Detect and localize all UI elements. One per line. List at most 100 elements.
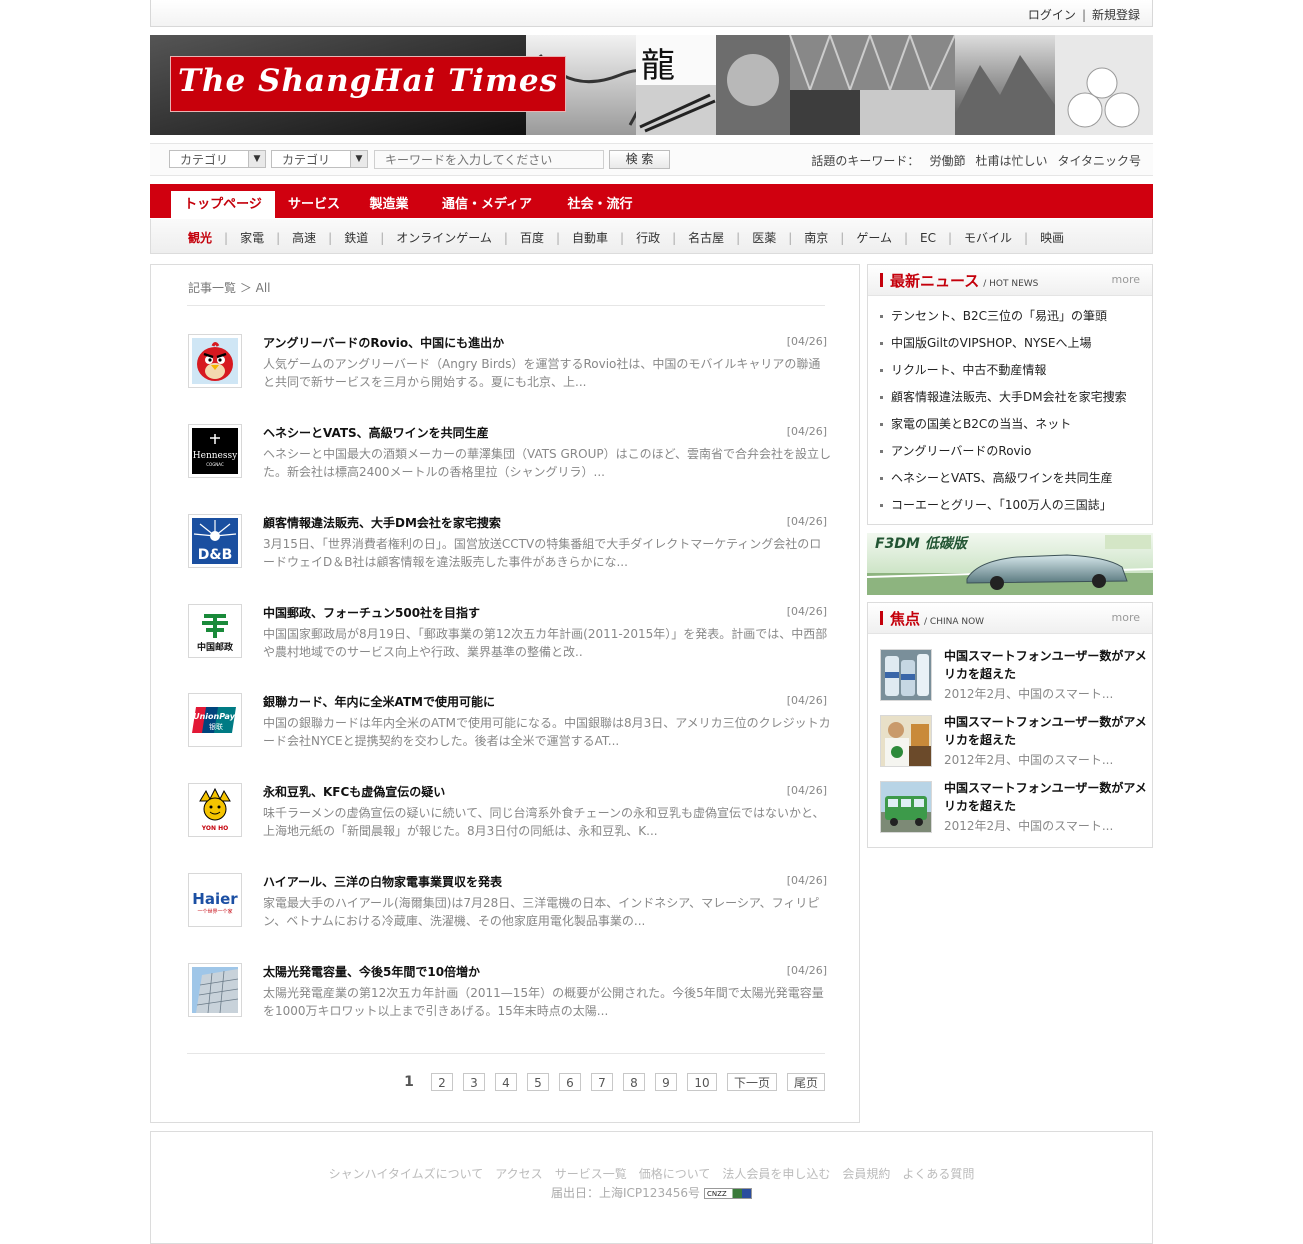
page-link[interactable]: 4 <box>495 1073 517 1091</box>
china-post-logo-icon[interactable]: 中国邮政 <box>188 604 242 658</box>
subnav-item[interactable]: 鉄道 <box>344 229 368 246</box>
focus-item-title[interactable]: 中国スマートフォンユーザー数がアメリカを超えた <box>944 713 1150 749</box>
article-title[interactable]: 太陽光発電容量、今後5年間で10倍増か <box>263 963 480 980</box>
hennessy-logo-icon[interactable]: Hennessy COGNAC <box>188 424 242 478</box>
divider <box>187 1053 825 1054</box>
category-select-2[interactable]: カテゴリ ▼ <box>271 150 368 168</box>
focus-item[interactable]: 中国スマートフォンユーザー数がアメリカを超えた 2012年2月、中国のスマート.… <box>880 647 1150 705</box>
next-page-button[interactable]: 下一页 <box>727 1073 777 1091</box>
article-title[interactable]: 永和豆乳、KFCも虚偽宣伝の疑い <box>263 783 445 800</box>
subnav-item[interactable]: 南京 <box>804 229 828 246</box>
focus-thumbnail[interactable] <box>880 715 932 767</box>
article-item[interactable]: YON HO 永和豆乳、KFCも虚偽宣伝の疑い [04/26] 味千ラーメンの虚… <box>187 783 827 853</box>
article-item[interactable]: 中国邮政 中国郵政、フォーチュン500社を目指す [04/26] 中国国家郵政局… <box>187 604 827 674</box>
page-link[interactable]: 9 <box>655 1073 677 1091</box>
page-link[interactable]: 7 <box>591 1073 613 1091</box>
article-title[interactable]: 顧客情報違法販売、大手DM会社を家宅捜索 <box>263 514 501 531</box>
footer-link[interactable]: 会員規約 <box>842 1167 890 1181</box>
keyword-input[interactable] <box>374 150 604 169</box>
focus-thumbnail[interactable] <box>880 649 932 701</box>
solar-panel-icon[interactable] <box>188 963 242 1017</box>
footer-link[interactable]: アクセス <box>495 1167 542 1181</box>
article-item[interactable]: UnionPay 银联 銀聯カード、年内に全米ATMで使用可能に [04/26]… <box>187 693 831 763</box>
hot-keyword-link[interactable]: 労働節 <box>929 154 965 168</box>
article-item[interactable]: D&B 顧客情報違法販売、大手DM会社を家宅捜索 [04/26] 3月15日、「… <box>187 514 827 584</box>
angry-bird-icon[interactable] <box>188 334 242 388</box>
icp-registration: 届出日：上海ICP123456号 CNZZ <box>151 1184 1152 1201</box>
article-title[interactable]: ヘネシーとVATS、高級ワインを共同生産 <box>263 424 489 441</box>
subnav-item[interactable]: 家電 <box>240 229 264 246</box>
focus-thumbnail[interactable] <box>880 781 932 833</box>
breadcrumb[interactable]: 記事一覧 ＞ All <box>188 279 271 296</box>
bullet-icon <box>880 396 883 399</box>
focus-item[interactable]: 中国スマートフォンユーザー数がアメリカを超えた 2012年2月、中国のスマート.… <box>880 713 1150 771</box>
tab-services[interactable]: サービス <box>277 191 351 218</box>
focus-item[interactable]: 中国スマートフォンユーザー数がアメリカを超えた 2012年2月、中国のスマート.… <box>880 779 1150 837</box>
page-link[interactable]: 10 <box>687 1073 717 1091</box>
article-title[interactable]: ハイアール、三洋の白物家電事業買収を発表 <box>263 873 502 890</box>
article-item[interactable]: Haier 一个世界一个家 ハイアール、三洋の白物家電事業買収を発表 [04/2… <box>187 873 827 943</box>
article-item[interactable]: Hennessy COGNAC ヘネシーとVATS、高級ワインを共同生産 [04… <box>187 424 831 494</box>
subnav-item[interactable]: 高速 <box>292 229 316 246</box>
article-item[interactable]: 太陽光発電容量、今後5年間で10倍増か [04/26] 太陽光発電産業の第12次… <box>187 963 827 1033</box>
cnzz-badge-icon[interactable]: CNZZ <box>703 1188 752 1199</box>
news-link[interactable]: アングリーバードのRovio <box>880 442 1031 459</box>
login-link[interactable]: ログイン <box>1028 8 1076 22</box>
subnav-item[interactable]: 自動車 <box>572 229 608 246</box>
db-logo-icon[interactable]: D&B <box>188 514 242 568</box>
news-link[interactable]: 家電の国美とB2Cの当当、ネット <box>880 415 1071 432</box>
article-title[interactable]: 中国郵政、フォーチュン500社を目指す <box>263 604 480 621</box>
article-item[interactable]: アングリーバードのRovio、中国にも進出か [04/26] 人気ゲームのアング… <box>187 334 827 404</box>
subnav-item[interactable]: ゲーム <box>856 229 892 246</box>
news-link[interactable]: ヘネシーとVATS、高級ワインを共同生産 <box>880 469 1113 486</box>
page-link[interactable]: 8 <box>623 1073 645 1091</box>
subnav-item[interactable]: モバイル <box>964 229 1012 246</box>
page-link[interactable]: 5 <box>527 1073 549 1091</box>
footer-link[interactable]: シャンハイタイムズについて <box>329 1167 484 1181</box>
search-button[interactable]: 検 索 <box>609 150 670 169</box>
tab-telecom-media[interactable]: 通信・メディア <box>427 191 547 218</box>
category-select-1[interactable]: カテゴリ ▼ <box>169 150 266 168</box>
article-summary: 3月15日、「世界消費者権利の日」。国営放送CCTVの特集番組で大手ダイレクトマ… <box>263 537 822 569</box>
news-link[interactable]: コーエーとグリー、「100万人の三国誌」 <box>880 496 1112 513</box>
page-link[interactable]: 3 <box>463 1073 485 1091</box>
yonho-logo-icon[interactable]: YON HO <box>188 783 242 837</box>
news-link[interactable]: 顧客情報違法販売、大手DM会社を家宅捜索 <box>880 388 1127 405</box>
page-link[interactable]: 2 <box>431 1073 453 1091</box>
subnav-item[interactable]: 映画 <box>1040 229 1064 246</box>
subnav-item[interactable]: オンラインゲーム <box>396 229 492 246</box>
footer-link[interactable]: よくある質問 <box>902 1167 974 1181</box>
footer-link[interactable]: 法人会員を申し込む <box>722 1167 830 1181</box>
subnav-item[interactable]: 名古屋 <box>688 229 724 246</box>
news-link[interactable]: 中国版GiltのVIPSHOP、NYSEへ上場 <box>880 334 1092 351</box>
more-link[interactable]: more <box>1112 273 1141 286</box>
unionpay-logo-icon[interactable]: UnionPay 银联 <box>188 693 242 747</box>
site-logo[interactable]: The ShangHai Times <box>170 56 566 112</box>
article-title[interactable]: 銀聯カード、年内に全米ATMで使用可能に <box>263 693 495 710</box>
hot-keyword-link[interactable]: 杜甫は忙しい <box>975 154 1047 168</box>
header-banner[interactable]: 龍 The ShangHai Times <box>150 35 1153 135</box>
hot-keyword-link[interactable]: タイタニック号 <box>1057 154 1141 168</box>
news-link[interactable]: リクルート、中古不動産情報 <box>880 361 1046 378</box>
focus-item-title[interactable]: 中国スマートフォンユーザー数がアメリカを超えた <box>944 779 1150 815</box>
subnav-item[interactable]: 百度 <box>520 229 544 246</box>
subnav-item[interactable]: 観光 <box>188 229 212 246</box>
tab-manufacturing[interactable]: 製造業 <box>353 191 425 218</box>
page-link[interactable]: 6 <box>559 1073 581 1091</box>
article-title[interactable]: アングリーバードのRovio、中国にも進出か <box>263 334 504 351</box>
haier-logo-icon[interactable]: Haier 一个世界一个家 <box>188 873 242 927</box>
subnav-item[interactable]: 医薬 <box>752 229 776 246</box>
news-link[interactable]: テンセント、B2C三位の「易迅」の筆頭 <box>880 307 1107 324</box>
register-link[interactable]: 新規登録 <box>1092 8 1140 22</box>
footer-link[interactable]: サービス一覧 <box>555 1167 627 1181</box>
ad-banner[interactable]: F3DM 低碳版 <box>867 533 1153 595</box>
subnav-item[interactable]: 行政 <box>636 229 660 246</box>
focus-item-title[interactable]: 中国スマートフォンユーザー数がアメリカを超えた <box>944 647 1150 683</box>
last-page-button[interactable]: 尾页 <box>787 1073 825 1091</box>
svg-text:龍: 龍 <box>641 46 675 86</box>
tab-top-page[interactable]: トップページ <box>171 191 275 218</box>
more-link[interactable]: more <box>1112 611 1141 624</box>
subnav-item[interactable]: EC <box>920 231 936 245</box>
tab-society-trends[interactable]: 社会・流行 <box>551 191 649 218</box>
footer-link[interactable]: 価格について <box>639 1167 711 1181</box>
